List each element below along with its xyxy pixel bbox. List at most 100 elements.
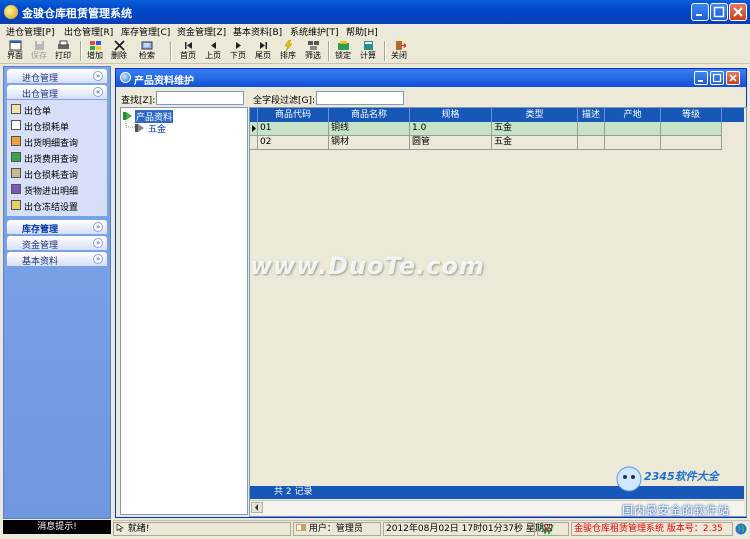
form-icon xyxy=(11,120,21,130)
filter-input[interactable] xyxy=(316,91,404,105)
search-input[interactable] xyxy=(156,91,244,105)
print-button[interactable]: 打印 xyxy=(52,39,74,63)
interface-button[interactable]: 界面 xyxy=(4,39,26,63)
cell-origin[interactable] xyxy=(605,122,661,136)
table-row[interactable]: 01 铜线 1.0 五金 xyxy=(250,122,722,136)
sort-icon xyxy=(284,40,293,51)
status-user: 用户：管理员 xyxy=(293,522,381,536)
globe-icon xyxy=(735,523,747,535)
settings-icon xyxy=(11,200,21,210)
menu-xitong[interactable]: 系统维护[T] xyxy=(290,25,339,38)
menu-kucun[interactable]: 库存管理[C] xyxy=(121,25,170,38)
filter-button[interactable]: 筛选 xyxy=(302,39,324,63)
cell-code[interactable]: 01 xyxy=(258,122,329,136)
search-button[interactable]: 检索 xyxy=(136,39,158,63)
nav-group-zijin[interactable]: 资金管理 » xyxy=(7,236,107,251)
lock-icon xyxy=(337,41,349,50)
col-header-code[interactable]: 商品代码 xyxy=(258,108,329,122)
chevron-down-icon: » xyxy=(93,71,103,81)
chevron-down-icon: » xyxy=(93,238,103,248)
table-row[interactable]: 02 钢材 圆管 五金 xyxy=(250,136,722,150)
first-page-button[interactable]: 首页 xyxy=(177,39,199,63)
cell-grade[interactable] xyxy=(661,136,722,150)
status-ready: 就绪! xyxy=(113,522,291,536)
cell-origin[interactable] xyxy=(605,136,661,150)
product-grid: 商品代码 商品名称 规格 类型 描述 产地 等级 01 铜线 1.0 五金 02… xyxy=(249,107,747,517)
inner-maximize-button[interactable] xyxy=(710,71,724,85)
menu-bar: 进仓管理[P] 出仓管理[R] 库存管理[C] 资金管理[Z] 基本资料[B] … xyxy=(0,24,750,38)
product-tree: 产品资料 五金 xyxy=(120,107,248,515)
maximize-button[interactable] xyxy=(710,3,728,21)
status-datetime: 2012年08月02日 17时01分37秒 星期四 xyxy=(383,522,553,536)
menu-chucang[interactable]: 出仓管理[R] xyxy=(64,25,113,38)
save-icon xyxy=(34,41,44,50)
duote-watermark: www.DuoTe.com xyxy=(250,252,485,280)
tree-node-icon xyxy=(135,124,144,132)
calculator-icon xyxy=(363,41,373,50)
arrow-left-icon xyxy=(255,504,258,511)
app-logo-icon xyxy=(4,5,18,19)
cell-code[interactable]: 02 xyxy=(258,136,329,150)
next-page-button[interactable]: 下页 xyxy=(227,39,249,63)
user-icon xyxy=(296,524,306,531)
menu-help[interactable]: 帮助[H] xyxy=(346,25,378,38)
col-header-name[interactable]: 商品名称 xyxy=(329,108,410,122)
nav-group-kucun[interactable]: 库存管理 » xyxy=(7,220,107,235)
filter-label: 全字段过滤[G]: xyxy=(253,96,316,106)
close-icon xyxy=(729,74,737,82)
lock-button[interactable]: 锁定 xyxy=(332,39,354,63)
prev-page-button[interactable]: 上页 xyxy=(202,39,224,63)
nav-group-chucang[interactable]: 出仓管理 « xyxy=(7,85,107,100)
cell-type[interactable]: 五金 xyxy=(492,136,578,150)
cell-desc[interactable] xyxy=(578,136,605,150)
last-page-button[interactable]: 尾页 xyxy=(252,39,274,63)
grid-header: 商品代码 商品名称 规格 类型 描述 产地 等级 xyxy=(250,108,744,122)
sort-button[interactable]: 排序 xyxy=(277,39,299,63)
filter-icon xyxy=(307,41,319,50)
save-button[interactable]: 保存 xyxy=(28,39,50,63)
menu-jiben[interactable]: 基本资料[B] xyxy=(233,25,282,38)
col-header-desc[interactable]: 描述 xyxy=(578,108,605,122)
close-icon xyxy=(733,7,743,17)
pointer-icon xyxy=(116,523,124,532)
status-app-version: 金骏仓库租赁管理系统 版本号：2.35 xyxy=(571,522,733,536)
search-icon xyxy=(141,41,152,50)
maximize-icon xyxy=(713,6,725,18)
nav-panel: 进仓管理 » 出仓管理 « 出仓单 出仓损耗单 出货明细查询 出货费用查询 出仓… xyxy=(3,66,111,519)
cell-name[interactable]: 铜线 xyxy=(329,122,410,136)
col-header-spec[interactable]: 规格 xyxy=(410,108,492,122)
row-indicator xyxy=(250,136,258,150)
cell-type[interactable]: 五金 xyxy=(492,122,578,136)
inner-close-button[interactable] xyxy=(726,71,740,85)
close-button[interactable] xyxy=(729,3,747,21)
record-count: 共 2 记录 xyxy=(274,487,313,497)
cell-grade[interactable] xyxy=(661,122,722,136)
next-page-icon xyxy=(235,42,241,49)
menu-jincang[interactable]: 进仓管理[P] xyxy=(6,25,54,38)
col-header-origin[interactable]: 产地 xyxy=(605,108,661,122)
delete-button[interactable]: 删除 xyxy=(108,39,130,63)
col-header-grade[interactable]: 等级 xyxy=(661,108,722,122)
scroll-left-button[interactable] xyxy=(251,502,263,513)
cell-spec[interactable]: 1.0 xyxy=(410,122,492,136)
nav-group-jiben[interactable]: 基本资料 » xyxy=(7,252,107,267)
status-logo xyxy=(537,522,569,536)
toolbar-separator xyxy=(170,41,172,61)
goods-icon xyxy=(11,184,21,194)
exit-button[interactable]: 关闭 xyxy=(388,39,410,63)
cell-name[interactable]: 钢材 xyxy=(329,136,410,150)
status-bar: 就绪! 用户：管理员 2012年08月02日 17时01分37秒 星期四 金骏仓… xyxy=(113,520,750,537)
menu-zijin[interactable]: 资金管理[Z] xyxy=(177,25,226,38)
minimize-button[interactable] xyxy=(691,3,709,21)
minimize-icon xyxy=(698,80,703,82)
site-watermark: 2345软件大全 国内最安全的软件站 xyxy=(612,462,748,518)
calculate-button[interactable]: 计算 xyxy=(357,39,379,63)
add-button[interactable]: 增加 xyxy=(84,39,106,63)
inner-minimize-button[interactable] xyxy=(694,71,708,85)
cell-spec[interactable]: 圆管 xyxy=(410,136,492,150)
cell-desc[interactable] xyxy=(578,122,605,136)
app-title-bar: 金骏仓库租赁管理系统 xyxy=(0,0,750,24)
nav-group-jincang[interactable]: 进仓管理 » xyxy=(7,69,107,84)
col-header-type[interactable]: 类型 xyxy=(492,108,578,122)
minimize-icon xyxy=(696,14,702,16)
